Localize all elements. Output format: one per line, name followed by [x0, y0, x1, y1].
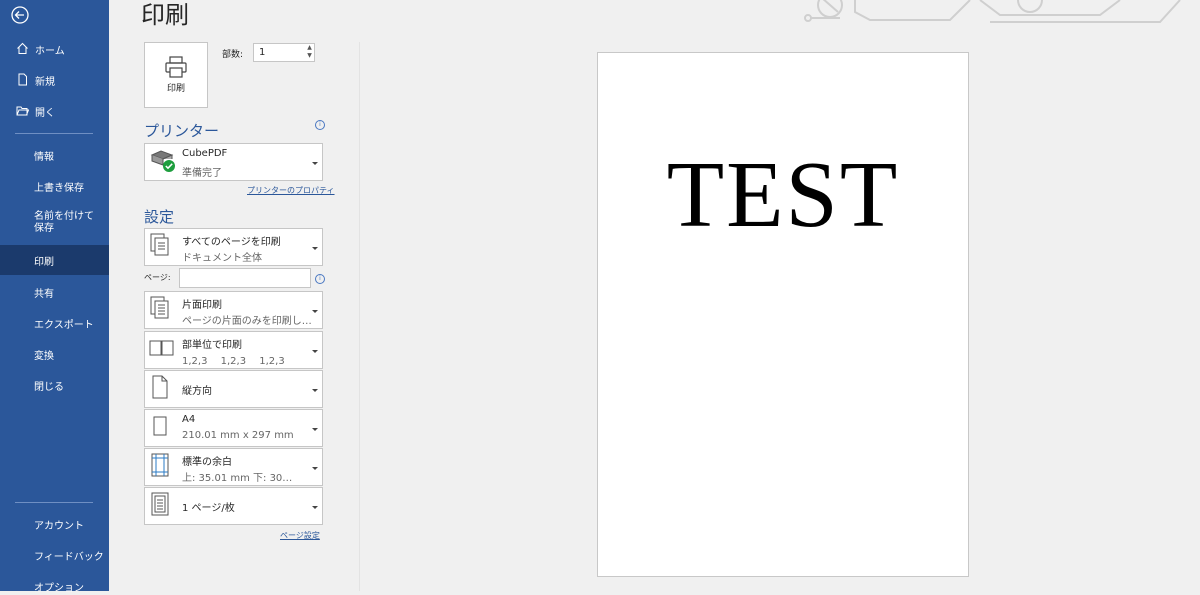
nav-options-label: オプション: [34, 582, 84, 594]
nav-save[interactable]: 上書き保存: [0, 177, 109, 195]
nav-info-label: 情報: [34, 151, 54, 163]
print-range-dropdown[interactable]: すべてのページを印刷 ドキュメント全体: [144, 228, 323, 266]
printer-info-icon[interactable]: i: [315, 120, 325, 130]
copies-spinner[interactable]: ▲ ▼: [305, 44, 314, 61]
nav-print-label: 印刷: [34, 256, 54, 268]
nav-options[interactable]: オプション: [0, 577, 109, 595]
header-decoration: [804, 0, 1181, 23]
nav-home[interactable]: ホーム: [0, 40, 109, 58]
nav-info[interactable]: 情報: [0, 146, 109, 164]
nav-print[interactable]: 印刷: [0, 245, 109, 275]
spinner-down-icon[interactable]: ▼: [305, 52, 314, 60]
nav-close-label: 閉じる: [34, 381, 64, 393]
nav-account-label: アカウント: [34, 520, 84, 532]
sidebar-divider-bottom: [15, 502, 93, 503]
print-preview-page: TEST: [597, 52, 969, 577]
chevron-down-icon: [312, 506, 318, 509]
new-document-icon: [16, 73, 30, 87]
preview-document-text: TEST: [666, 143, 900, 247]
collate-l2: 1,2,3 1,2,3 1,2,3: [182, 356, 285, 367]
nav-transform[interactable]: 変換: [0, 345, 109, 363]
paper-size-l1: A4: [182, 414, 196, 425]
panel-divider: [359, 42, 360, 591]
backstage-sidebar: ホーム 新規 開く 情報 上書き保存 名前を付けて保存 印刷 共有 エクスポート…: [0, 0, 109, 594]
nav-share-label: 共有: [34, 288, 54, 300]
pages-per-sheet-icon: [149, 491, 171, 521]
printer-status: 準備完了: [182, 168, 222, 179]
chevron-down-icon: [312, 162, 318, 165]
nav-open-label: 開く: [35, 107, 55, 119]
pages-per-sheet-l1: 1 ページ/枚: [182, 503, 235, 514]
page-title: 印刷: [141, 1, 189, 29]
nav-open[interactable]: 開く: [0, 102, 109, 120]
margins-dropdown[interactable]: 標準の余白 上: 35.01 mm 下: 30…: [144, 448, 323, 486]
pages-per-sheet-dropdown[interactable]: 1 ページ/枚: [144, 487, 323, 525]
paper-icon: [149, 413, 171, 443]
nav-new-label: 新規: [35, 76, 55, 88]
portrait-page-icon: [149, 374, 171, 404]
printer-icon: [165, 56, 187, 78]
chevron-down-icon: [312, 350, 318, 353]
page-setup-link[interactable]: ページ設定: [280, 530, 320, 541]
nav-export-label: エクスポート: [34, 319, 94, 331]
paper-size-dropdown[interactable]: A4 210.01 mm x 297 mm: [144, 409, 323, 447]
print-range-l1: すべてのページを印刷: [182, 237, 281, 248]
margins-icon: [149, 452, 171, 482]
paper-size-l2: 210.01 mm x 297 mm: [182, 430, 294, 441]
printer-properties-link[interactable]: プリンターのプロパティ: [247, 185, 335, 196]
printer-status-icon: [149, 147, 177, 177]
chevron-down-icon: [312, 467, 318, 470]
nav-export[interactable]: エクスポート: [0, 314, 109, 332]
printer-dropdown[interactable]: CubePDF 準備完了: [144, 143, 323, 181]
home-icon: [16, 42, 30, 56]
nav-feedback-label: フィードバック: [34, 551, 104, 563]
orientation-dropdown[interactable]: 縦方向: [144, 370, 323, 408]
nav-home-label: ホーム: [35, 45, 65, 57]
margins-l1: 標準の余白: [182, 457, 232, 468]
chevron-down-icon: [312, 389, 318, 392]
pages-icon: [149, 232, 171, 262]
nav-transform-label: 変換: [34, 350, 54, 362]
chevron-down-icon: [312, 428, 318, 431]
print-button-label: 印刷: [166, 84, 185, 94]
nav-save-as[interactable]: 名前を付けて保存: [0, 208, 109, 238]
margins-l2: 上: 35.01 mm 下: 30…: [182, 473, 293, 484]
print-button[interactable]: 印刷: [144, 42, 208, 108]
settings-heading: 設定: [144, 208, 175, 226]
sides-l1: 片面印刷: [182, 300, 222, 311]
orientation-l1: 縦方向: [182, 386, 212, 397]
collate-l1: 部単位で印刷: [182, 340, 242, 351]
pages-label: ページ:: [144, 273, 171, 282]
collate-dropdown[interactable]: 部単位で印刷 1,2,3 1,2,3 1,2,3: [144, 331, 323, 369]
collate-icon: [149, 338, 175, 362]
nav-save-as-label: 名前を付けて保存: [34, 211, 94, 234]
sides-l2: ページの片面のみを印刷し…: [182, 316, 312, 327]
printer-name: CubePDF: [182, 148, 228, 159]
chevron-down-icon: [312, 310, 318, 313]
copies-label: 部数:: [222, 50, 244, 60]
nav-new[interactable]: 新規: [0, 71, 109, 89]
printer-heading: プリンター: [144, 122, 220, 140]
pages-info-icon[interactable]: i: [315, 274, 325, 284]
one-sided-icon: [149, 295, 171, 325]
nav-feedback[interactable]: フィードバック: [0, 546, 109, 564]
chevron-down-icon: [312, 247, 318, 250]
nav-share[interactable]: 共有: [0, 283, 109, 301]
nav-save-label: 上書き保存: [34, 182, 84, 194]
nav-close[interactable]: 閉じる: [0, 376, 109, 394]
print-range-l2: ドキュメント全体: [182, 253, 262, 264]
sidebar-divider: [15, 133, 93, 134]
pages-input[interactable]: [179, 268, 311, 288]
folder-open-icon: [16, 104, 30, 118]
back-arrow-icon[interactable]: [10, 5, 30, 25]
nav-account[interactable]: アカウント: [0, 515, 109, 533]
sides-dropdown[interactable]: 片面印刷 ページの片面のみを印刷し…: [144, 291, 323, 329]
spinner-up-icon[interactable]: ▲: [305, 44, 314, 52]
